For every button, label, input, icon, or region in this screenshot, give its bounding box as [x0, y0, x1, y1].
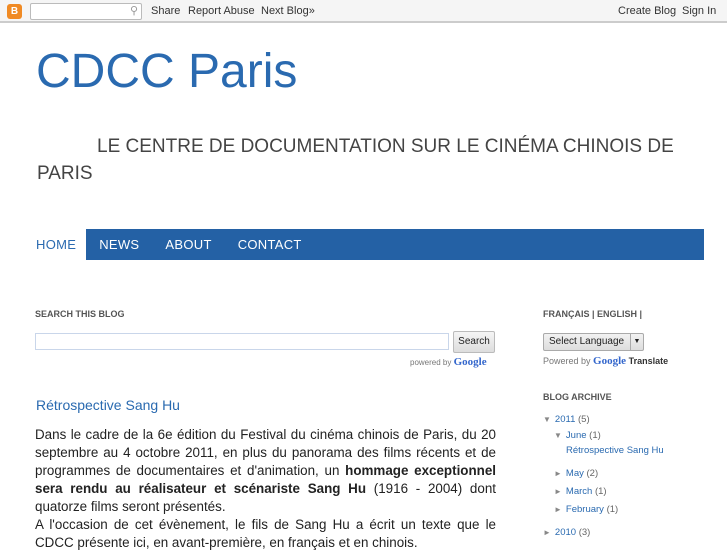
report-abuse-link[interactable]: Report Abuse — [188, 5, 255, 17]
count: (1) — [589, 430, 601, 441]
powered-label: powered by — [410, 358, 452, 367]
count: (1) — [606, 504, 619, 515]
select-label: Select Language — [549, 336, 625, 347]
blogger-navbar: B ⚲ Share Report Abuse Next Blog» Create… — [0, 0, 727, 23]
blog-title[interactable]: CDCC Paris — [36, 44, 297, 99]
month-link[interactable]: May — [566, 468, 584, 479]
menu-about[interactable]: ABOUT — [152, 229, 224, 260]
menu-home[interactable]: HOME — [26, 229, 87, 260]
collapsed-triangle-icon[interactable]: ► — [554, 487, 562, 496]
month-link[interactable]: March — [566, 486, 592, 497]
archive-post[interactable]: Rétrospective Sang Hu — [566, 445, 664, 456]
language-select[interactable]: Select Language ▼ — [543, 333, 644, 351]
archive-month-march[interactable]: ► March (1) — [554, 486, 607, 497]
powered-label: Powered by — [543, 356, 591, 366]
archive-month-june[interactable]: ▼ June (1) — [554, 430, 601, 441]
search-heading: SEARCH THIS BLOG — [35, 309, 125, 319]
post-title[interactable]: Rétrospective Sang Hu — [36, 397, 180, 413]
month-link[interactable]: June — [566, 430, 587, 441]
archive-month-may[interactable]: ► May (2) — [554, 468, 598, 479]
year-link[interactable]: 2010 — [555, 527, 576, 538]
powered-by-google: powered by Google — [410, 356, 487, 368]
count: (3) — [578, 527, 591, 538]
count: (2) — [586, 468, 599, 479]
collapsed-triangle-icon[interactable]: ► — [554, 469, 562, 478]
collapsed-triangle-icon[interactable]: ► — [554, 505, 562, 514]
count: (5) — [578, 414, 590, 425]
next-blog-link[interactable]: Next Blog» — [261, 5, 315, 17]
menu-news[interactable]: NEWS — [86, 229, 152, 260]
expanded-triangle-icon[interactable]: ▼ — [554, 431, 562, 440]
translate-label: Translate — [628, 356, 669, 366]
archive-heading: BLOG ARCHIVE — [543, 392, 612, 402]
share-link[interactable]: Share — [151, 5, 180, 17]
dropdown-arrow-icon: ▼ — [630, 334, 643, 350]
menu-contact[interactable]: CONTACT — [225, 229, 315, 260]
blog-search-input[interactable] — [35, 333, 449, 350]
search-icon[interactable]: ⚲ — [130, 4, 138, 17]
archive-year-2010[interactable]: ► 2010 (3) — [543, 527, 590, 538]
main-menu: HOME NEWS ABOUT CONTACT — [26, 229, 704, 260]
blog-description: LE CENTRE DE DOCUMENTATION SUR LE CINÉMA… — [37, 136, 674, 184]
post-body: Dans le cadre de la 6e édition du Festiv… — [35, 426, 496, 552]
post-link[interactable]: Rétrospective Sang Hu — [566, 445, 664, 456]
post-text: A l'occasion de cet évènement, le fils d… — [35, 517, 496, 550]
google-logo: Google — [453, 356, 487, 368]
search-button[interactable]: Search — [453, 331, 495, 353]
powered-by-translate: Powered by Google Translate — [543, 355, 668, 367]
count: (1) — [594, 486, 607, 497]
month-link[interactable]: February — [566, 504, 604, 515]
sign-in-link[interactable]: Sign In — [682, 5, 716, 17]
blogger-logo-icon[interactable]: B — [7, 4, 22, 19]
archive-year-2011[interactable]: ▼ 2011 (5) — [543, 414, 590, 425]
archive-month-february[interactable]: ► February (1) — [554, 504, 618, 515]
create-blog-link[interactable]: Create Blog — [618, 5, 676, 17]
expanded-triangle-icon[interactable]: ▼ — [543, 415, 551, 424]
collapsed-triangle-icon[interactable]: ► — [543, 528, 551, 537]
year-link[interactable]: 2011 — [555, 414, 575, 425]
language-heading[interactable]: FRANÇAIS | ENGLISH | — [543, 309, 642, 319]
navbar-search-input[interactable]: ⚲ — [30, 3, 142, 20]
google-logo: Google — [593, 355, 627, 367]
